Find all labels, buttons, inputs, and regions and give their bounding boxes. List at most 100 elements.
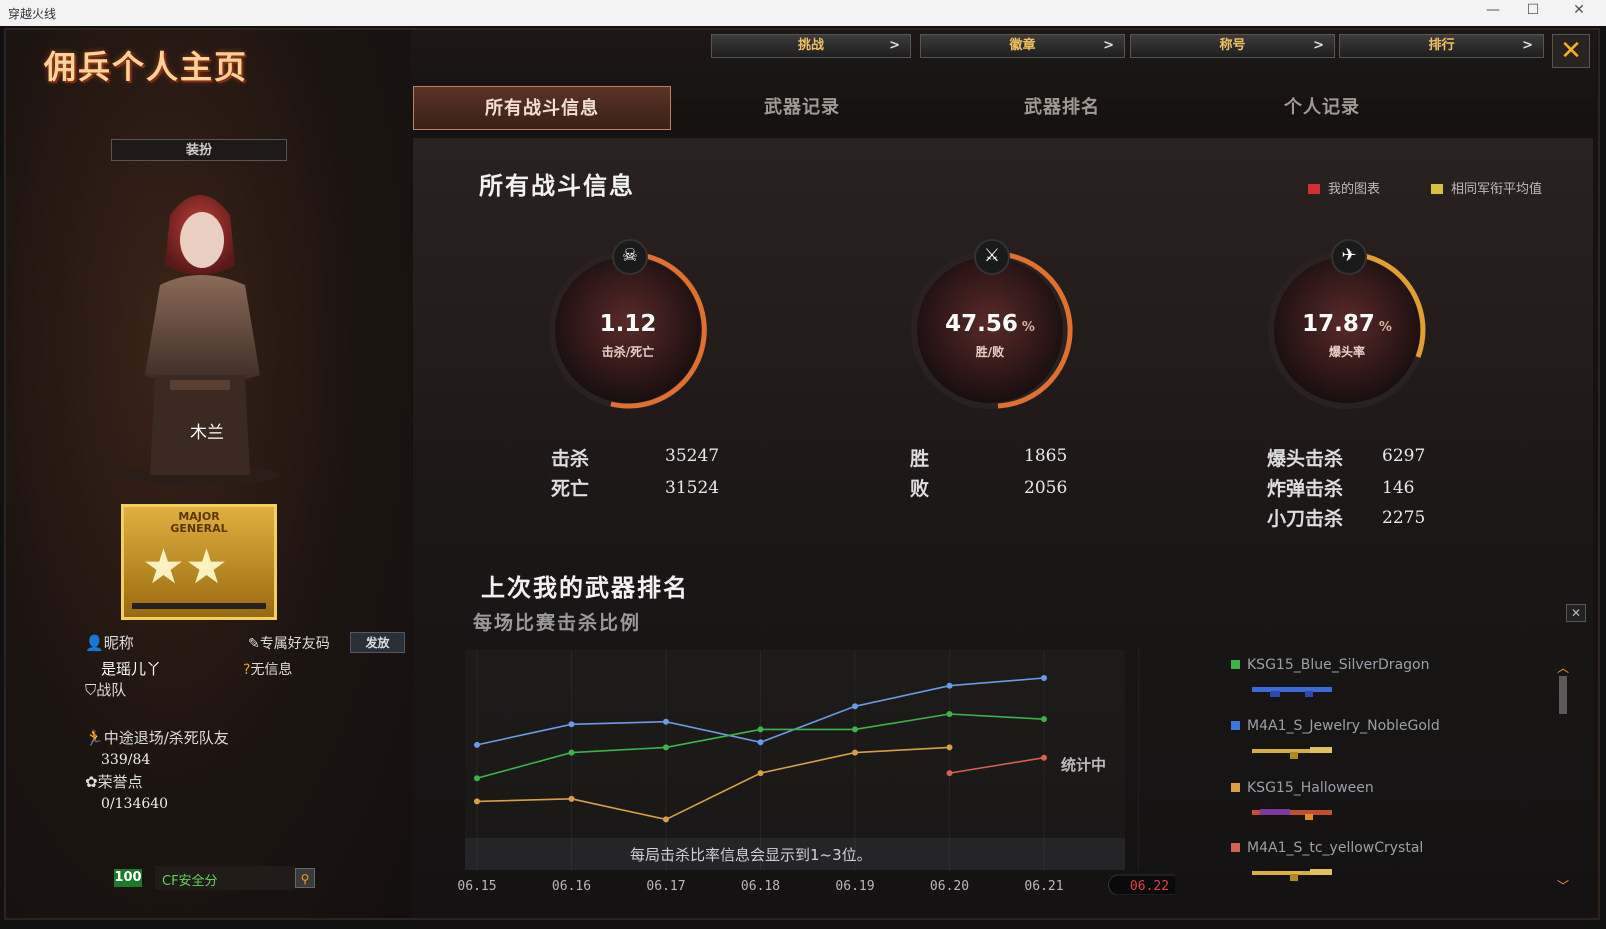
nav-title[interactable]: 称号 >	[1130, 34, 1335, 58]
runner-icon: 🏃	[85, 729, 104, 747]
tab-weapon-ranking[interactable]: 武器排名	[933, 86, 1191, 130]
gauge-kd: ☠ 1.12 击杀/死亡	[543, 239, 713, 415]
data-point	[946, 744, 953, 751]
chart-subtitle: 每场比赛击杀比例	[473, 612, 642, 634]
search-icon[interactable]: ⚲	[295, 868, 315, 888]
data-point	[663, 816, 669, 823]
chart-note: 每局击杀比率信息会显示到1~3位。	[630, 846, 872, 864]
x-tick-label: 06.21	[1024, 879, 1063, 894]
data-point	[946, 711, 953, 717]
friend-code-value: ?无信息	[243, 662, 293, 678]
security-bar	[155, 866, 295, 890]
rifle-icon	[1252, 869, 1332, 881]
data-point	[1041, 675, 1047, 681]
gauge-winrate: ⚔ 47.56% 胜/败	[905, 239, 1075, 415]
maximize-button[interactable]: ☐	[1518, 2, 1548, 18]
laurel-icon: ✿	[85, 773, 98, 791]
kills-value: 35247	[665, 446, 720, 466]
x-tick-label: 06.15	[457, 879, 496, 894]
scroll-thumb[interactable]	[1559, 676, 1567, 714]
data-point	[474, 741, 480, 748]
tab-all-battle-info[interactable]: 所有战斗信息	[413, 86, 671, 130]
rifle-icon	[1252, 747, 1332, 759]
nav-challenge[interactable]: 挑战 >	[711, 34, 911, 58]
nickname-value: 是瑶儿丫	[101, 660, 162, 678]
chart-status: 统计中	[1061, 756, 1107, 774]
data-point	[663, 744, 669, 751]
data-point	[663, 718, 669, 725]
kills-label: 击杀	[551, 448, 590, 470]
honor-label: ✿荣誉点	[85, 773, 143, 791]
scroll-up-icon[interactable]: ︿	[1557, 662, 1569, 674]
data-point	[757, 726, 764, 733]
data-point	[852, 703, 858, 710]
nav-label: 徽章	[1009, 38, 1036, 53]
data-point	[946, 770, 953, 777]
weapon-item[interactable]: M4A1_S_tc_yellowCrystal	[1231, 840, 1423, 856]
page-title: 佣兵个人主页	[44, 48, 249, 86]
losses-label: 败	[910, 478, 930, 500]
bomb-kills-label: 炸弹击杀	[1267, 478, 1344, 500]
gauge-winrate-label: 胜/败	[975, 345, 1005, 359]
clan-label: ⛉战队	[85, 681, 127, 699]
weapon-color-swatch	[1231, 843, 1240, 852]
character-name: 木兰	[190, 423, 224, 443]
tab-personal-record[interactable]: 个人记录	[1193, 86, 1451, 130]
minimize-button[interactable]: —	[1478, 2, 1508, 18]
gauge-kd-value: 1.12	[599, 311, 657, 337]
skull-icon: ☠	[612, 239, 648, 275]
x-tick-label: 06.18	[741, 879, 780, 894]
scroll-down-icon[interactable]: ﹀	[1557, 880, 1569, 892]
weapon-item[interactable]: KSG15_Halloween	[1231, 780, 1374, 796]
send-button[interactable]: 发放	[350, 632, 405, 653]
wins-value: 1865	[1024, 446, 1068, 466]
window-title: 穿越火线	[8, 7, 57, 21]
dress-button[interactable]: 装扮	[111, 139, 287, 161]
nav-ranking[interactable]: 排行 >	[1339, 34, 1544, 58]
crossed-swords-icon: ⚔	[974, 239, 1010, 275]
quit-label: 🏃中途退场/杀死队友	[85, 729, 229, 747]
nav-label: 排行	[1428, 38, 1455, 53]
nav-badge[interactable]: 徽章 >	[920, 34, 1125, 58]
tag-icon: ✎	[248, 636, 260, 652]
knife-kills-label: 小刀击杀	[1267, 508, 1344, 530]
shotgun-icon	[1252, 687, 1332, 697]
star-icon: ★★	[142, 539, 229, 595]
section-title: 所有战斗信息	[479, 172, 635, 200]
collapse-icon[interactable]: ✕	[1566, 604, 1586, 622]
x-tick-label[interactable]: 06.22	[1130, 879, 1169, 894]
weapon-item[interactable]: KSG15_Blue_SilverDragon	[1231, 657, 1429, 673]
gauge-headshot-value: 17.87%	[1302, 311, 1392, 337]
deaths-value: 31524	[665, 478, 720, 498]
window-close-button[interactable]: ✕	[1564, 2, 1594, 18]
data-point	[568, 721, 575, 728]
weapon-color-swatch	[1231, 721, 1240, 730]
chevron-right-icon: >	[1103, 38, 1114, 53]
weapon-color-swatch	[1231, 783, 1240, 792]
chevron-right-icon: >	[1522, 38, 1533, 53]
wins-label: 胜	[910, 448, 930, 470]
headshot-kills-label: 爆头击杀	[1267, 448, 1344, 470]
tab-weapon-record[interactable]: 武器记录	[673, 86, 931, 130]
losses-value: 2056	[1024, 478, 1068, 498]
nav-label: 称号	[1219, 38, 1246, 53]
close-button[interactable]: ✕	[1552, 34, 1590, 68]
weapon-item[interactable]: M4A1_S_Jewelry_NobleGold	[1231, 718, 1440, 734]
data-point	[1041, 716, 1047, 723]
rank-badge: MAJOR GENERAL ★★	[121, 504, 277, 620]
gauge-headshot-label: 爆头率	[1328, 345, 1365, 359]
user-icon: 👤	[85, 634, 104, 652]
rifle-icon: ✈	[1331, 239, 1367, 275]
friend-code-label: ✎专属好友码	[248, 636, 330, 652]
app-window: 穿越火线 — ☐ ✕ 佣兵个人主页 挑战 > 徽章 > 称号 > 排行 > ✕ 所有战斗…	[0, 0, 1606, 929]
x-tick-label: 06.17	[646, 879, 685, 894]
legend-average: 相同军衔平均值	[1431, 178, 1542, 197]
chevron-right-icon: >	[889, 38, 900, 53]
honor-value: 0/134640	[101, 796, 169, 812]
data-point	[568, 795, 575, 802]
nav-label: 挑战	[797, 38, 824, 53]
data-point	[568, 749, 575, 756]
shotgun-icon	[1252, 809, 1332, 820]
data-point	[852, 749, 858, 756]
weapon-list-scrollbar[interactable]: ︿ ﹀	[1557, 662, 1569, 896]
